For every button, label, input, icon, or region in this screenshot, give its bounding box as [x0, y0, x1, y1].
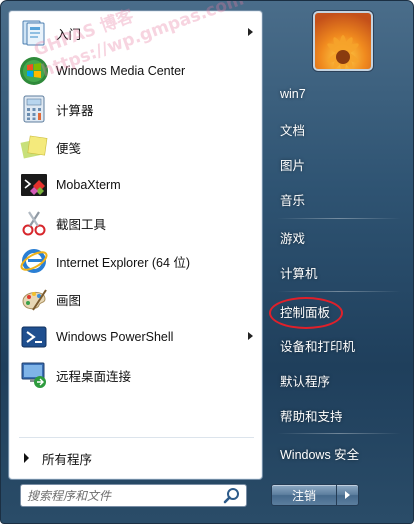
chevron-right-icon — [345, 491, 350, 499]
program-label: 便笺 — [56, 141, 82, 156]
program-calculator[interactable]: 计算器 — [12, 91, 261, 127]
all-programs-arrow-icon — [24, 453, 29, 463]
program-label: 远程桌面连接 — [56, 369, 132, 384]
search-icon[interactable] — [222, 486, 242, 506]
internet-explorer-icon — [18, 245, 50, 277]
calculator-icon — [18, 93, 50, 125]
program-snipping-tool[interactable]: 截图工具 — [12, 205, 261, 241]
paint-icon — [18, 283, 50, 315]
menu-item-music[interactable]: 音乐 — [271, 183, 409, 215]
program-label: 截图工具 — [56, 217, 107, 232]
program-label: Windows Media Center — [56, 64, 186, 78]
log-off-button[interactable]: 注销 — [271, 484, 337, 506]
remote-desktop-icon — [18, 359, 50, 391]
all-programs-divider — [19, 437, 254, 438]
program-label: 画图 — [56, 293, 82, 308]
menu-item-default-programs[interactable]: 默认程序 — [271, 364, 409, 396]
menu-item-user-folder[interactable]: win7 — [271, 78, 409, 110]
program-mobaxterm[interactable]: MobaXterm — [12, 167, 261, 203]
shutdown-group: 注销 — [271, 484, 361, 506]
menu-separator — [277, 291, 401, 292]
mobaxterm-icon — [18, 169, 50, 201]
powershell-icon — [18, 321, 50, 353]
submenu-arrow-icon[interactable] — [248, 332, 253, 340]
menu-item-devices-printers[interactable]: 设备和打印机 — [271, 329, 409, 361]
program-label: Windows PowerShell — [56, 330, 174, 344]
snipping-tool-icon — [18, 207, 50, 239]
program-windows-media-center[interactable]: Windows Media Center — [12, 53, 261, 89]
menu-item-windows-security[interactable]: Windows 安全 — [271, 437, 409, 469]
sticky-notes-icon — [18, 131, 50, 163]
program-internet-explorer[interactable]: Internet Explorer (64 位) — [12, 243, 261, 279]
menu-item-help-support[interactable]: 帮助和支持 — [271, 399, 409, 431]
search-box[interactable] — [20, 484, 247, 507]
all-programs-label: 所有程序 — [42, 452, 93, 467]
all-programs-button[interactable]: 所有程序 — [12, 443, 261, 473]
program-label: 计算器 — [56, 103, 94, 118]
getting-started-icon — [18, 17, 50, 49]
program-label: 入门 — [56, 27, 82, 42]
menu-item-computer[interactable]: 计算机 — [271, 256, 409, 288]
menu-item-control-panel[interactable]: 控制面板 — [271, 295, 409, 327]
program-label: MobaXterm — [56, 178, 121, 192]
menu-item-documents[interactable]: 文档 — [271, 113, 409, 145]
shutdown-options-button[interactable] — [337, 484, 359, 506]
menu-item-games[interactable]: 游戏 — [271, 221, 409, 253]
menu-item-pictures[interactable]: 图片 — [271, 148, 409, 180]
windows-media-center-icon — [18, 55, 50, 87]
submenu-arrow-icon[interactable] — [248, 28, 253, 36]
program-sticky-notes[interactable]: 便笺 — [12, 129, 261, 165]
program-paint[interactable]: 画图 — [12, 281, 261, 317]
start-menu: 入门 Windows Media Center 计算器 便笺 MobaXterm… — [0, 0, 414, 524]
user-avatar[interactable] — [313, 11, 373, 71]
menu-separator — [277, 218, 401, 219]
program-remote-desktop[interactable]: 远程桌面连接 — [12, 357, 261, 393]
menu-separator — [277, 433, 401, 434]
programs-panel: 入门 Windows Media Center 计算器 便笺 MobaXterm… — [8, 10, 263, 480]
program-getting-started[interactable]: 入门 — [12, 15, 261, 51]
program-label: Internet Explorer (64 位) — [56, 255, 191, 270]
program-windows-powershell[interactable]: Windows PowerShell — [12, 319, 261, 355]
search-input[interactable] — [21, 485, 222, 506]
